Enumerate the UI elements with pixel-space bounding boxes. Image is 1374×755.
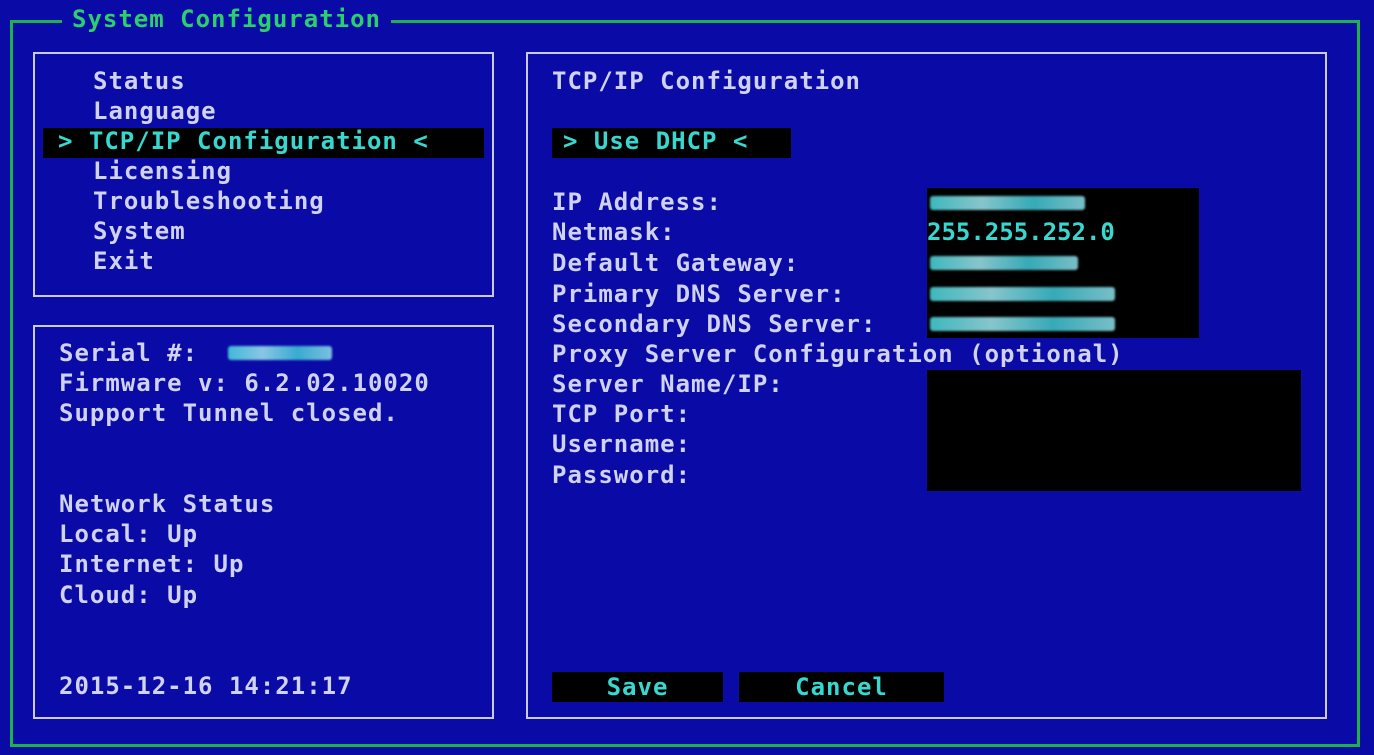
- network-status-heading: Network Status: [59, 490, 276, 518]
- menu-item-troubleshooting[interactable]: Troubleshooting: [93, 186, 325, 216]
- secondary-dns-label: Secondary DNS Server:: [552, 310, 877, 338]
- default-gateway-label: Default Gateway:: [552, 249, 800, 277]
- ip-address-label: IP Address:: [552, 188, 722, 216]
- ip-address-field[interactable]: [930, 196, 1085, 210]
- menu-item-licensing[interactable]: Licensing: [93, 156, 232, 186]
- menu-item-tcpip-configuration[interactable]: > TCP/IP Configuration <: [58, 126, 429, 156]
- primary-dns-field[interactable]: [930, 287, 1115, 301]
- internet-status: Internet: Up: [59, 550, 245, 578]
- use-dhcp-option[interactable]: > Use DHCP <: [563, 126, 748, 156]
- current-datetime: 2015-12-16 14:21:17: [59, 672, 353, 700]
- password-label: Password:: [552, 461, 692, 489]
- window-title: System Configuration: [62, 4, 391, 34]
- tcp-port-label: TCP Port:: [552, 400, 692, 428]
- netmask-label: Netmask:: [552, 218, 676, 246]
- menu-item-language[interactable]: Language: [93, 96, 217, 126]
- secondary-dns-field[interactable]: [930, 317, 1115, 331]
- cloud-status: Cloud: Up: [59, 581, 199, 609]
- support-tunnel-status: Support Tunnel closed.: [59, 399, 399, 427]
- firmware-version: Firmware v: 6.2.02.10020: [59, 369, 430, 397]
- netmask-field[interactable]: 255.255.252.0: [927, 217, 1115, 247]
- serial-value-redacted: [228, 346, 332, 360]
- save-button[interactable]: Save: [552, 672, 723, 702]
- cancel-button[interactable]: Cancel: [739, 672, 944, 702]
- serial-label: Serial #:: [59, 339, 199, 367]
- tcp-port-field[interactable]: [927, 400, 1301, 430]
- username-field[interactable]: [927, 430, 1301, 460]
- menu-item-system[interactable]: System: [93, 216, 186, 246]
- server-name-label: Server Name/IP:: [552, 370, 784, 398]
- password-field[interactable]: [927, 460, 1301, 491]
- server-name-field[interactable]: [927, 370, 1301, 400]
- menu-item-status[interactable]: Status: [93, 66, 186, 96]
- default-gateway-field[interactable]: [930, 256, 1078, 270]
- local-status: Local: Up: [59, 520, 199, 548]
- username-label: Username:: [552, 430, 692, 458]
- menu-item-exit[interactable]: Exit: [93, 246, 155, 276]
- proxy-config-heading: Proxy Server Configuration (optional): [552, 340, 1124, 368]
- primary-dns-label: Primary DNS Server:: [552, 280, 846, 308]
- config-title: TCP/IP Configuration: [552, 67, 861, 95]
